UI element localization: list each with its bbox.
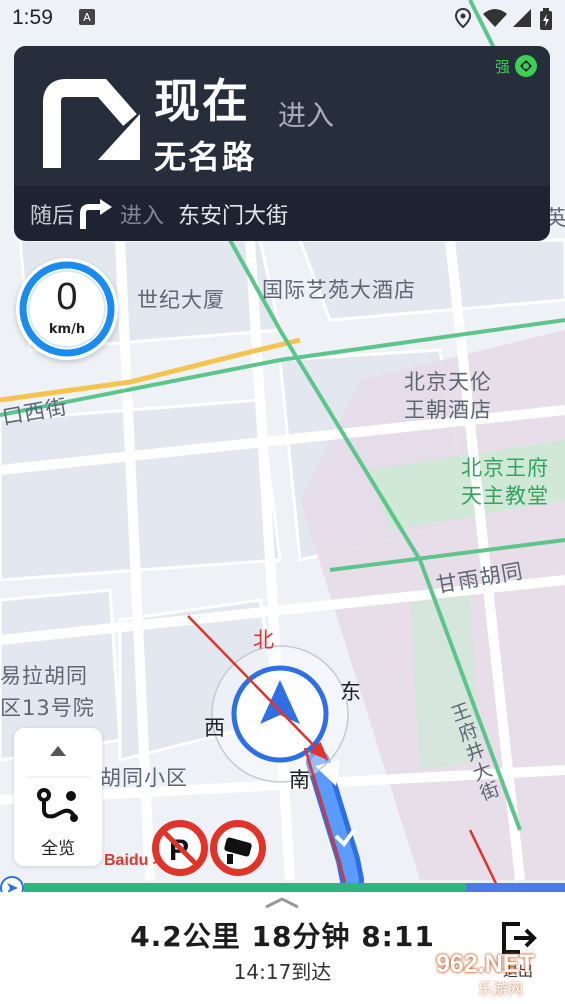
next-instruction: 随后 进入 东安门大街 (30, 196, 288, 232)
route-overview-icon (37, 788, 78, 822)
next-enter-label: 进入 (120, 204, 165, 229)
gps-strength: 强 (495, 54, 538, 78)
current-instruction: 现在 进入 无名路 强 (14, 46, 550, 186)
compass-east: 东 (340, 680, 361, 704)
signal-icon (513, 9, 531, 27)
current-road-name: 无名路 (154, 138, 257, 176)
compass-west: 西 (204, 716, 225, 740)
map-control-panel: 全览 (14, 728, 102, 866)
map-label-church-line2: 天主教堂 (461, 484, 549, 508)
drag-handle-icon[interactable] (262, 895, 302, 911)
compass-south: 南 (289, 768, 310, 792)
chevron-up-icon (26, 746, 90, 778)
location-icon (455, 8, 471, 28)
site-watermark: 962.NET 乐游网 (428, 950, 560, 998)
route-progress-bar (24, 883, 565, 892)
watermark-subtext: 乐游网 (478, 980, 524, 998)
navigation-card[interactable]: 现在 进入 无名路 强 随后 进入 东安门大街 (14, 46, 550, 241)
map-label-yiyuan-hotel: 国际艺苑大酒店 (262, 278, 416, 302)
map-label-hutong-partial: 易拉胡同 (0, 664, 88, 688)
no-parking-sign: P (152, 820, 208, 876)
trip-summary: 4.2公里 18分钟 8:11 (130, 920, 435, 953)
map-label-church-line1: 北京王府 (461, 456, 549, 480)
overview-label: 全览 (41, 839, 75, 859)
speed-camera-sign (210, 820, 266, 876)
speed-unit: km/h (48, 322, 86, 337)
speedometer: 0 km/h (16, 258, 118, 360)
speed-value: 0 (56, 276, 78, 318)
no-parking-icon: P (163, 831, 197, 867)
next-then-label: 随后 (30, 204, 75, 229)
speed-camera-icon (224, 837, 252, 864)
map-label-wangchao-hotel-line1: 北京天伦 (404, 370, 492, 394)
satellite-icon (515, 55, 537, 77)
next-road-name: 东安门大街 (178, 204, 289, 229)
next-turn-right-icon (80, 199, 113, 229)
overview-button[interactable]: 全览 (14, 778, 102, 866)
gps-strength-label: 强 (494, 57, 510, 76)
map-label-century-building: 世纪大厦 (137, 288, 225, 312)
status-time: 1:59 (12, 6, 53, 29)
map-label-hutong-community: 胡同小区 (100, 766, 188, 790)
now-label: 现在 (154, 74, 250, 128)
watermark-text: 962.NET (436, 950, 535, 978)
compass-north: 北 (253, 628, 274, 652)
status-bar: 1:59 A (0, 0, 565, 38)
wifi-icon (483, 9, 507, 27)
map-label-wangchao-hotel-line2: 王朝酒店 (404, 398, 492, 422)
notification-icon: A (79, 9, 95, 25)
svg-text:A: A (83, 11, 91, 24)
turn-right-icon (43, 79, 140, 168)
enter-label: 进入 (278, 99, 335, 132)
battery-icon (540, 8, 552, 30)
collapse-button[interactable] (14, 728, 102, 778)
map-label-yard-13: 区13号院 (0, 696, 95, 720)
